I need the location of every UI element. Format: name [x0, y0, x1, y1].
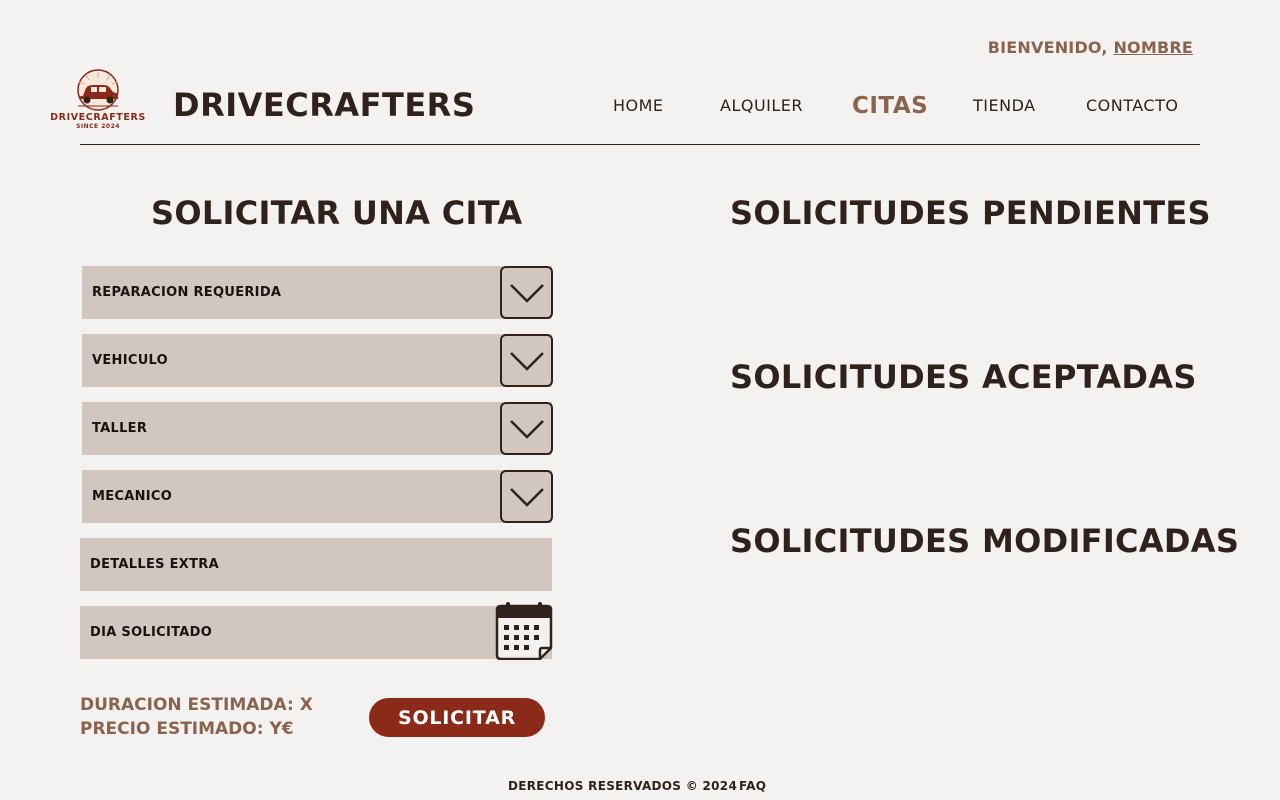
- mechanic-dropdown-button[interactable]: [500, 470, 553, 523]
- form-title: SOLICITAR UNA CITA: [151, 194, 523, 232]
- welcome-prefix: BIENVENIDO,: [987, 38, 1108, 57]
- logo-subtext: SINCE 2024: [76, 123, 120, 130]
- submit-button[interactable]: SOLICITAR: [369, 698, 545, 737]
- nav-item-citas[interactable]: CITAS: [852, 93, 928, 119]
- workshop-select-label: TALLER: [92, 421, 148, 436]
- workshop-dropdown-button[interactable]: [500, 402, 553, 455]
- chevron-down-icon: [509, 419, 544, 439]
- calendar-button[interactable]: [494, 602, 554, 661]
- header-divider: [80, 144, 1200, 145]
- accepted-requests-title: SOLICITUDES ACEPTADAS: [730, 358, 1197, 396]
- mechanic-select-label: MECANICO: [92, 489, 173, 504]
- repair-select[interactable]: REPARACION REQUERIDA: [82, 266, 553, 319]
- nav-item-contacto[interactable]: CONTACTO: [1086, 96, 1178, 115]
- pending-requests-title: SOLICITUDES PENDIENTES: [730, 194, 1211, 232]
- copyright-text: DERECHOS RESERVADOS © 2024: [508, 779, 738, 793]
- footer: DERECHOS RESERVADOS © 2024 FAQ: [0, 779, 1280, 795]
- extra-details-input[interactable]: DETALLES EXTRA: [80, 538, 552, 591]
- chevron-down-icon: [509, 283, 544, 303]
- requested-day-label: DIA SOLICITADO: [90, 625, 213, 640]
- faq-link[interactable]: FAQ: [739, 779, 766, 793]
- vehicle-dropdown-button[interactable]: [500, 334, 553, 387]
- user-name-link[interactable]: NOMBRE: [1113, 38, 1193, 57]
- nav-item-tienda[interactable]: TIENDA: [973, 96, 1036, 115]
- vehicle-select[interactable]: VEHICULO: [82, 334, 553, 387]
- extra-details-label: DETALLES EXTRA: [90, 557, 219, 572]
- estimated-duration: DURACION ESTIMADA: X: [80, 695, 313, 715]
- requested-day-input[interactable]: DIA SOLICITADO: [80, 602, 553, 661]
- nav-item-home[interactable]: HOME: [613, 96, 664, 115]
- chevron-down-icon: [509, 351, 544, 371]
- chevron-down-icon: [509, 487, 544, 507]
- calendar-icon: [495, 602, 553, 661]
- vehicle-select-label: VEHICULO: [92, 353, 169, 368]
- mechanic-select[interactable]: MECANICO: [82, 470, 553, 523]
- estimated-price: PRECIO ESTIMADO: Y€: [80, 719, 294, 739]
- repair-dropdown-button[interactable]: [500, 266, 553, 319]
- modified-requests-title: SOLICITUDES MODIFICADAS: [730, 522, 1240, 560]
- welcome-message: BIENVENIDO, NOMBRE: [988, 38, 1193, 57]
- workshop-select[interactable]: TALLER: [82, 402, 553, 455]
- repair-select-label: REPARACION REQUERIDA: [92, 285, 282, 300]
- main-nav: HOME ALQUILER CITAS TIENDA CONTACTO: [0, 93, 1280, 120]
- nav-item-alquiler[interactable]: ALQUILER: [720, 96, 803, 115]
